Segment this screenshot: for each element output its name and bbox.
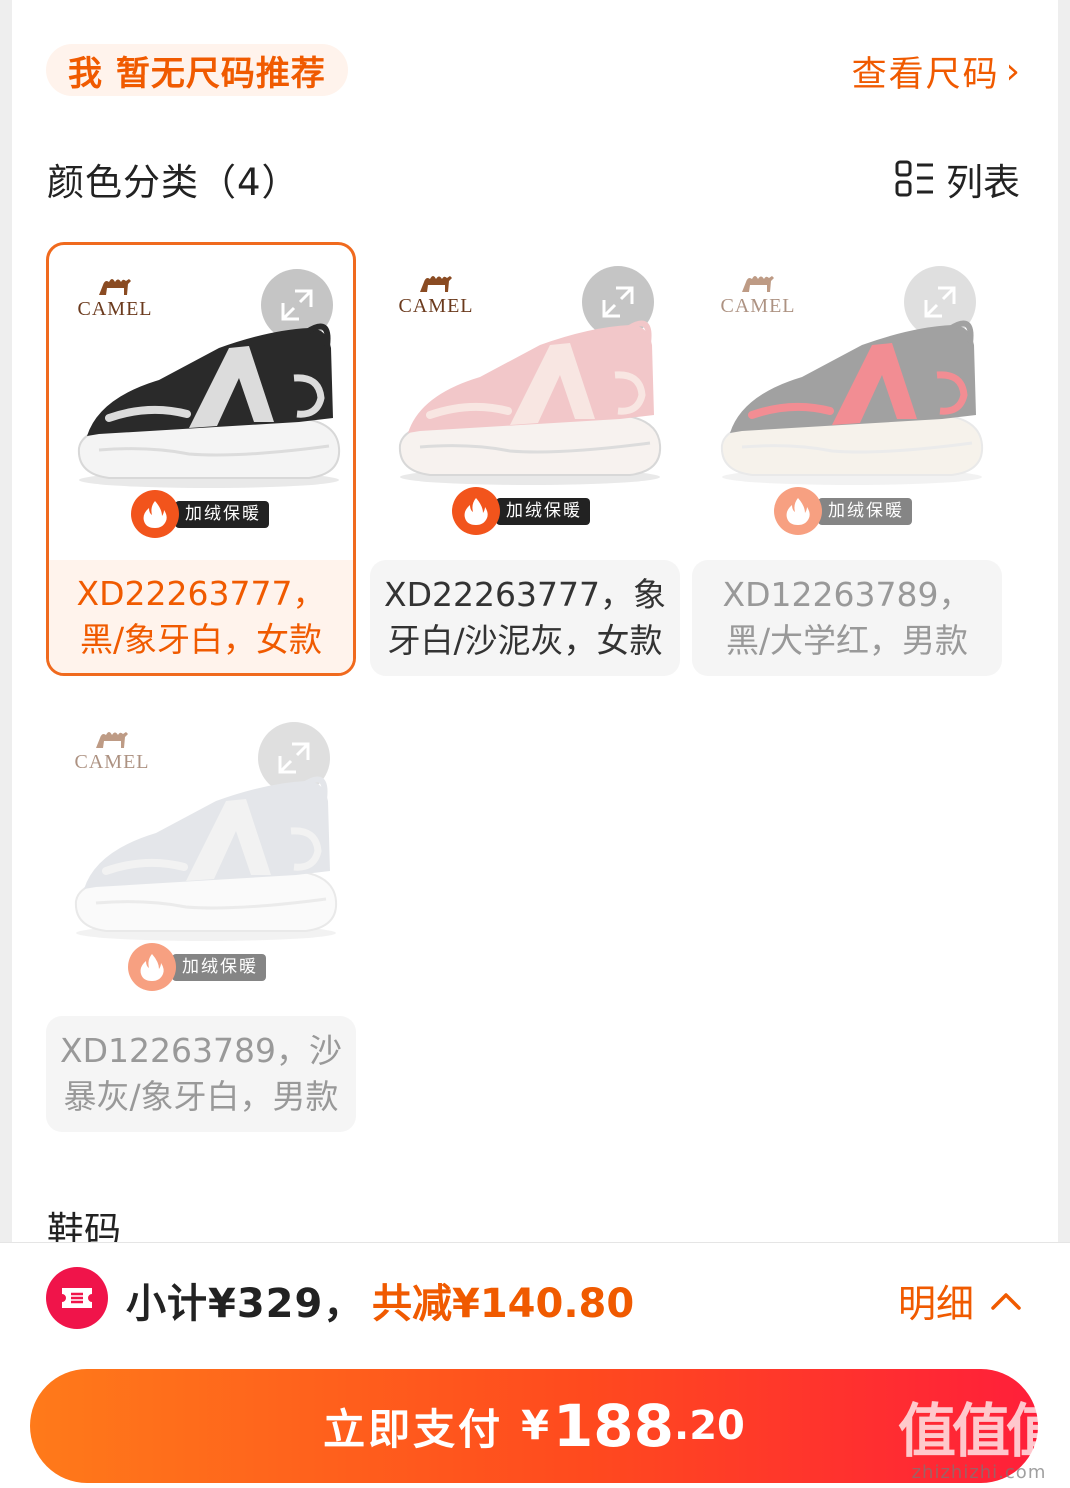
pay-amount-integer: 188 [552, 1392, 675, 1460]
fire-icon [128, 943, 176, 991]
brand-text: CAMEL [720, 295, 796, 317]
color-variant-card[interactable]: CAMEL [46, 698, 356, 1132]
fleece-warm-badge: 加绒保暖 [131, 490, 269, 538]
camel-logo: CAMEL [718, 270, 798, 316]
variant-label: XD12263789，沙暴灰/象牙白，男款 [46, 1016, 356, 1132]
coupon-icon [46, 1267, 108, 1329]
pay-now-button[interactable]: 立即支付 ¥ 188 .20 [30, 1369, 1038, 1483]
camel-logo: CAMEL [75, 273, 155, 319]
variant-label: XD12263789，黑/大学红，男款 [692, 560, 1002, 676]
sneaker-image [720, 320, 984, 485]
chevron-right-icon: › [1005, 50, 1022, 92]
view-sizes-label: 查看尺码 [851, 54, 1000, 95]
brand-text: CAMEL [77, 298, 153, 320]
sneaker-image [74, 776, 338, 941]
camel-brand-icon [742, 276, 774, 292]
watermark-sub: zhizhizhi.com [911, 1462, 1047, 1483]
pay-amount-decimal: .20 [674, 1403, 745, 1449]
variant-label: XD22263777，黑/象牙白，女款 [49, 560, 353, 673]
camel-logo: CAMEL [396, 270, 476, 316]
fleece-warm-badge: 加绒保暖 [128, 943, 266, 991]
brand-text: CAMEL [398, 295, 474, 317]
variant-label-text: XD12263789，黑/大学红，男款 [722, 575, 972, 660]
size-recommendation-text: 我 暂无尺码推荐 [68, 53, 326, 94]
fleece-warm-badge: 加绒保暖 [774, 487, 912, 535]
pay-now-label: 立即支付 [323, 1404, 504, 1454]
fleece-warm-tag: 加绒保暖 [496, 497, 590, 525]
fleece-warm-tag: 加绒保暖 [175, 500, 269, 528]
brand-text: CAMEL [74, 751, 150, 773]
camel-brand-icon [96, 732, 128, 748]
view-sizes-link[interactable]: 查看尺码 › [852, 46, 1022, 96]
variant-label-text: XD22263777，黑/象牙白，女款 [76, 573, 326, 659]
color-variant-card[interactable]: CAMEL [370, 242, 680, 676]
color-variant-card[interactable]: CAMEL [692, 242, 1002, 676]
variant-label: XD22263777，象牙白/沙泥灰，女款 [370, 560, 680, 676]
sneaker-image [398, 320, 662, 485]
camel-brand-icon [99, 279, 131, 295]
size-recommendation-pill: 我 暂无尺码推荐 [46, 44, 348, 96]
list-view-toggle[interactable]: 列表 [894, 152, 1020, 206]
fire-icon [131, 490, 179, 538]
sneaker-image [77, 323, 341, 488]
subtotal-text: 小计¥329， [126, 1281, 365, 1327]
variant-label-text: XD12263789，沙暴灰/象牙白，男款 [60, 1031, 342, 1116]
fire-icon [452, 487, 500, 535]
variant-label-text: XD22263777，象牙白/沙泥灰，女款 [384, 575, 666, 660]
list-view-icon [895, 160, 933, 197]
pay-currency: ¥ [521, 1403, 549, 1449]
price-detail-toggle[interactable]: 明细 [898, 1273, 1022, 1328]
fleece-warm-tag: 加绒保暖 [172, 953, 266, 981]
fleece-warm-badge: 加绒保暖 [452, 487, 590, 535]
fire-icon [774, 487, 822, 535]
fleece-warm-tag: 加绒保暖 [818, 497, 912, 525]
color-variant-card[interactable]: CAMEL [46, 242, 356, 676]
camel-logo: CAMEL [72, 726, 152, 772]
camel-brand-icon [420, 276, 452, 292]
color-category-title: 颜色分类（4） [47, 161, 300, 204]
watermark: 值值值 zhizhizhi.com [897, 1397, 1064, 1483]
watermark-main: 值值值 [897, 1397, 1064, 1465]
price-detail-label: 明细 [897, 1282, 974, 1326]
chevron-up-icon [991, 1292, 1021, 1310]
list-view-label: 列表 [946, 161, 1020, 204]
discount-text: 共减¥140.80 [372, 1281, 635, 1327]
